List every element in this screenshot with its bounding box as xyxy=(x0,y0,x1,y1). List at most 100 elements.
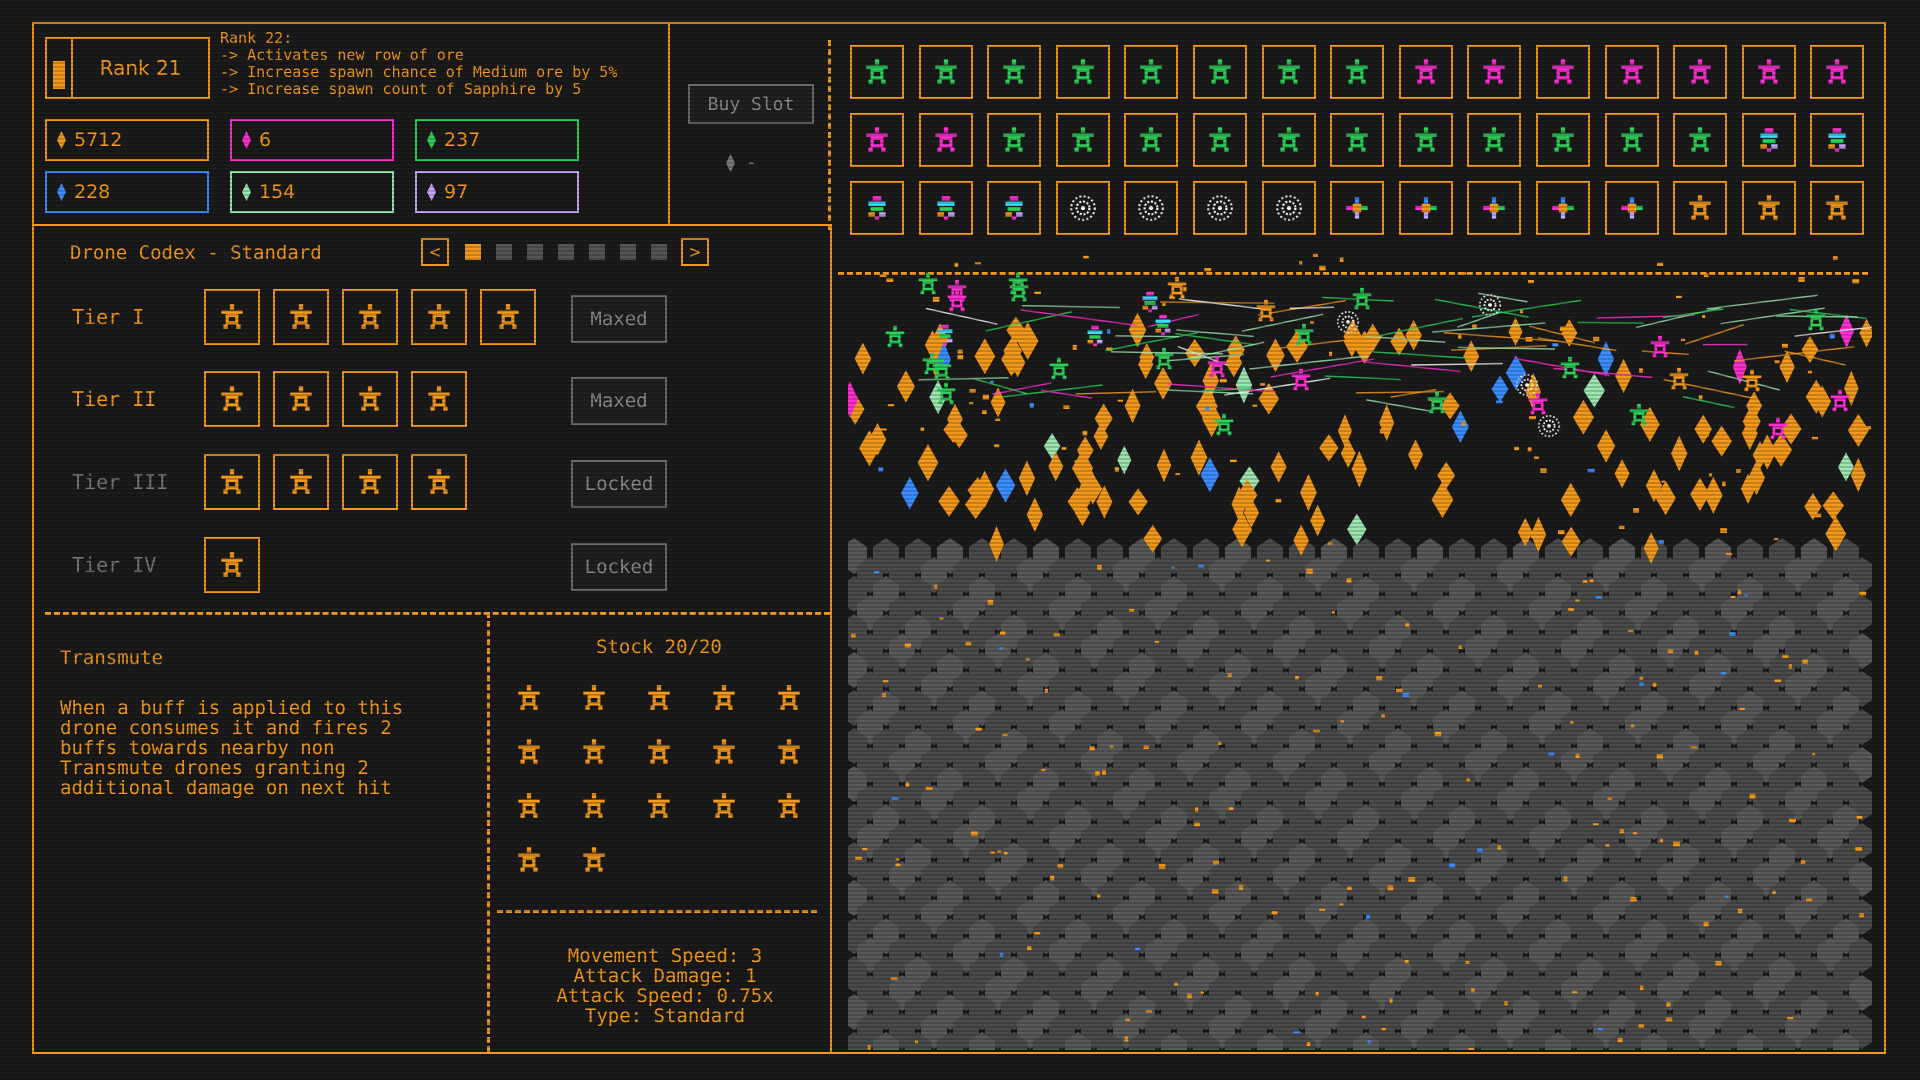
buy-slot-button[interactable]: Buy Slot xyxy=(688,84,814,124)
ore-debris xyxy=(1205,406,1210,411)
gem-ore xyxy=(1838,452,1854,482)
drone-slot[interactable] xyxy=(1193,45,1247,99)
drone-slot[interactable] xyxy=(1124,45,1179,99)
drone-slot[interactable] xyxy=(1055,45,1110,99)
drone-slot[interactable] xyxy=(1673,113,1728,167)
drone-slot[interactable] xyxy=(1741,181,1796,235)
gem-ore xyxy=(1614,459,1630,488)
gem-ore xyxy=(1043,432,1061,460)
drone-slot[interactable] xyxy=(1193,113,1247,167)
ore-debris xyxy=(882,693,886,697)
divider xyxy=(830,224,832,1054)
tier-label: Tier III xyxy=(72,470,169,494)
ore-debris xyxy=(1703,921,1709,927)
ore-debris xyxy=(1665,1017,1673,1022)
codex-drone-slot[interactable] xyxy=(204,537,260,593)
drone-slot[interactable] xyxy=(918,45,973,99)
drone-slot[interactable] xyxy=(1467,181,1522,235)
drone-icon xyxy=(221,552,243,577)
drone-slot[interactable] xyxy=(1604,181,1659,235)
tier-status-button[interactable]: Maxed xyxy=(571,295,667,343)
laser-beam xyxy=(1075,390,1157,395)
laser-beam xyxy=(1324,375,1401,381)
drone-slot[interactable] xyxy=(1810,45,1865,99)
drone-slot[interactable] xyxy=(987,113,1042,167)
ore-debris xyxy=(995,418,1001,421)
drone-slot[interactable] xyxy=(850,113,904,167)
drone-slot[interactable] xyxy=(1536,113,1590,167)
ore-debris xyxy=(1175,473,1181,476)
codex-drone-slot[interactable] xyxy=(342,454,398,510)
codex-drone-slot[interactable] xyxy=(273,289,329,345)
codex-page-dot[interactable] xyxy=(589,244,605,260)
codex-drone-slot[interactable] xyxy=(342,289,398,345)
drone-slot[interactable] xyxy=(1261,181,1316,235)
codex-drone-slot[interactable] xyxy=(411,289,467,345)
drone-slot[interactable] xyxy=(918,181,973,235)
drone-slot[interactable] xyxy=(1330,181,1385,235)
drone-slot[interactable] xyxy=(1124,113,1179,167)
drone-slot[interactable] xyxy=(1398,45,1453,99)
tier-status-button[interactable]: Maxed xyxy=(571,377,667,425)
codex-drone-slot[interactable] xyxy=(204,371,260,427)
ore-debris xyxy=(862,847,868,851)
drone-slot[interactable] xyxy=(1673,181,1728,235)
codex-page-dot[interactable] xyxy=(558,244,574,260)
tier-status-button[interactable]: Locked xyxy=(571,460,667,508)
drone-slot[interactable] xyxy=(1810,181,1865,235)
mining-field[interactable] xyxy=(848,250,1872,1050)
drone-slot[interactable] xyxy=(1673,45,1728,99)
drone-slot[interactable] xyxy=(1330,45,1385,99)
codex-page-dot[interactable] xyxy=(527,244,543,260)
drone-slot[interactable] xyxy=(1261,113,1316,167)
drone-slot[interactable] xyxy=(1536,181,1590,235)
drone-slot[interactable] xyxy=(1055,113,1110,167)
codex-page-dot[interactable] xyxy=(620,244,636,260)
drone-slot[interactable] xyxy=(1261,45,1316,99)
ore-debris xyxy=(867,1045,871,1050)
codex-page-dot[interactable] xyxy=(651,244,667,260)
codex-drone-slot[interactable] xyxy=(204,454,260,510)
gem-ore xyxy=(1847,413,1869,447)
drone-slot[interactable] xyxy=(1398,181,1453,235)
drone-slot[interactable] xyxy=(850,45,904,99)
codex-drone-slot[interactable] xyxy=(273,454,329,510)
ore-debris xyxy=(1117,399,1124,402)
ore-debris xyxy=(1800,860,1806,865)
drone-slot[interactable] xyxy=(1467,113,1522,167)
drone-slot[interactable] xyxy=(918,113,973,167)
drone-slot[interactable] xyxy=(1467,45,1522,99)
codex-drone-slot[interactable] xyxy=(204,289,260,345)
codex-drone-slot[interactable] xyxy=(273,371,329,427)
codex-prev-button[interactable]: < xyxy=(421,238,449,266)
codex-drone-slot[interactable] xyxy=(342,371,398,427)
drone-slot[interactable] xyxy=(987,181,1042,235)
codex-drone-slot[interactable] xyxy=(411,371,467,427)
drone-slot[interactable] xyxy=(1604,113,1659,167)
tier-status-button[interactable]: Locked xyxy=(571,543,667,591)
drone-slot[interactable] xyxy=(1741,113,1796,167)
drone-slot[interactable] xyxy=(1741,45,1796,99)
codex-drone-slot[interactable] xyxy=(480,289,536,345)
active-drone xyxy=(1049,357,1069,379)
ore-debris xyxy=(1782,654,1789,658)
drone-slot[interactable] xyxy=(1055,181,1110,235)
drone-slot[interactable] xyxy=(1536,45,1590,99)
drone-slot[interactable] xyxy=(1810,113,1865,167)
ore-debris xyxy=(1528,279,1534,284)
codex-next-button[interactable]: > xyxy=(681,238,709,266)
drone-slot[interactable] xyxy=(1193,181,1247,235)
drone-slot[interactable] xyxy=(987,45,1042,99)
drone-slot[interactable] xyxy=(1604,45,1659,99)
gem-ore xyxy=(854,342,872,375)
codex-page-dot[interactable] xyxy=(496,244,512,260)
drone-icon xyxy=(1552,59,1574,84)
gem-ore xyxy=(938,485,960,517)
drone-slot[interactable] xyxy=(1330,113,1385,167)
codex-page-dot[interactable] xyxy=(465,244,481,260)
drone-slot[interactable] xyxy=(1398,113,1453,167)
active-drone xyxy=(1207,355,1227,377)
drone-slot[interactable] xyxy=(1124,181,1179,235)
drone-slot[interactable] xyxy=(850,181,904,235)
codex-drone-slot[interactable] xyxy=(411,454,467,510)
